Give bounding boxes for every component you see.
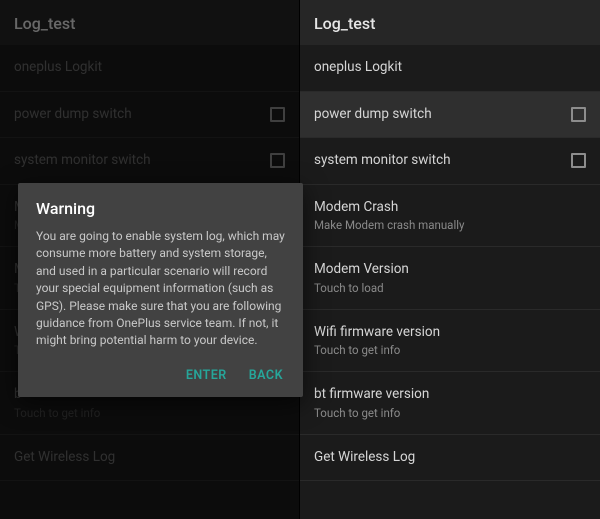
row-label: system monitor switch xyxy=(314,152,451,170)
enter-button[interactable]: ENTER xyxy=(186,368,227,383)
row-power-dump-switch[interactable]: power dump switch xyxy=(0,92,299,139)
row-sub: Touch to get info xyxy=(314,343,440,357)
row-system-monitor-switch[interactable]: system monitor switch xyxy=(300,138,600,185)
row-label: Modem Crash xyxy=(314,199,464,217)
row-sub: Make Modem crash manually xyxy=(314,218,464,232)
dialog-actions: ENTER BACK xyxy=(36,364,285,387)
row-label: system monitor switch xyxy=(14,152,151,170)
row-modem-crash[interactable]: Modem Crash Make Modem crash manually xyxy=(300,185,600,248)
row-power-dump-switch[interactable]: power dump switch xyxy=(300,92,600,139)
row-get-wireless-log[interactable]: Get Wireless Log xyxy=(300,435,600,482)
row-label: bt firmware version xyxy=(314,386,429,404)
checkbox-icon[interactable] xyxy=(270,107,285,122)
row-sub: Touch to load xyxy=(314,281,409,295)
row-wifi-firmware[interactable]: Wifi firmware version Touch to get info xyxy=(300,310,600,373)
row-label: Get Wireless Log xyxy=(314,449,415,467)
row-label: Wifi firmware version xyxy=(314,324,440,342)
left-pane: Log_test oneplus Logkit power dump switc… xyxy=(0,0,300,519)
settings-list: oneplus Logkit power dump switch system … xyxy=(300,45,600,519)
row-label: Get Wireless Log xyxy=(14,449,115,467)
warning-dialog: Warning You are going to enable system l… xyxy=(18,183,303,397)
row-label: oneplus Logkit xyxy=(14,59,102,77)
row-label: Modem Version xyxy=(314,261,409,279)
row-get-wireless-log[interactable]: Get Wireless Log xyxy=(0,435,299,482)
dialog-title: Warning xyxy=(36,199,285,218)
row-sub: Touch to get info xyxy=(14,406,100,420)
checkbox-icon[interactable] xyxy=(571,107,586,122)
page-title: Log_test xyxy=(14,14,285,33)
page-title: Log_test xyxy=(314,14,586,33)
app-header: Log_test xyxy=(0,0,299,45)
row-label: power dump switch xyxy=(314,106,432,124)
row-system-monitor-switch[interactable]: system monitor switch xyxy=(0,138,299,185)
right-pane: Log_test oneplus Logkit power dump switc… xyxy=(300,0,600,519)
app-header: Log_test xyxy=(300,0,600,45)
row-oneplus-logkit[interactable]: oneplus Logkit xyxy=(0,45,299,92)
checkbox-icon[interactable] xyxy=(571,153,586,168)
checkbox-icon[interactable] xyxy=(270,153,285,168)
row-label: power dump switch xyxy=(14,106,132,124)
row-modem-version[interactable]: Modem Version Touch to load xyxy=(300,247,600,310)
row-sub: Touch to get info xyxy=(314,406,429,420)
row-oneplus-logkit[interactable]: oneplus Logkit xyxy=(300,45,600,92)
dialog-body: You are going to enable system log, whic… xyxy=(36,228,285,350)
row-label: oneplus Logkit xyxy=(314,59,402,77)
back-button[interactable]: BACK xyxy=(249,368,283,383)
row-bt-firmware[interactable]: bt firmware version Touch to get info xyxy=(300,372,600,435)
